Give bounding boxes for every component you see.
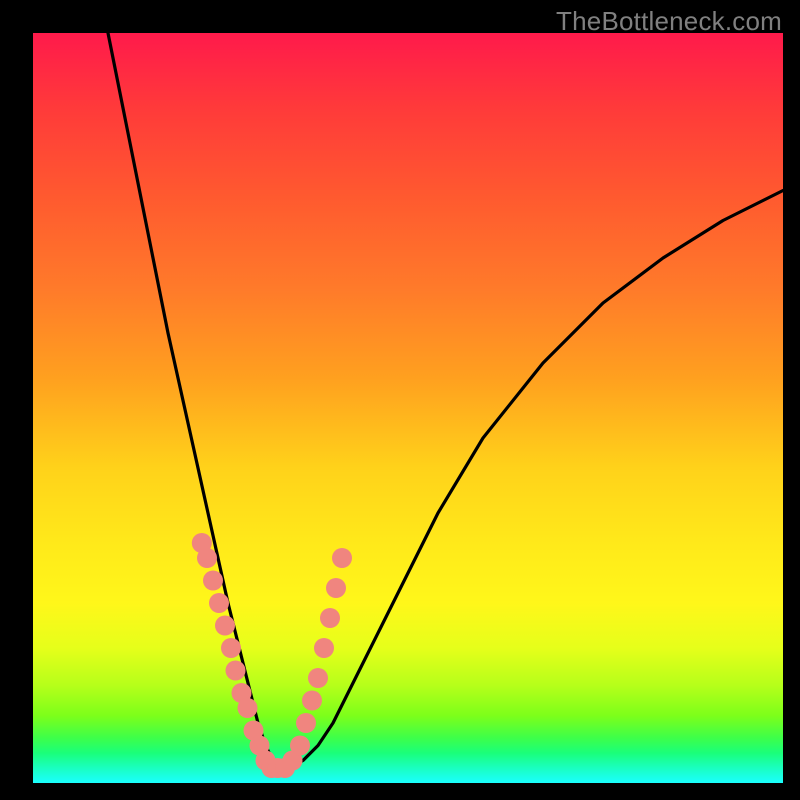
bottleneck-curve bbox=[108, 33, 783, 768]
scatter-dot bbox=[302, 691, 322, 711]
scatter-dot bbox=[296, 713, 316, 733]
scatter-dot bbox=[326, 578, 346, 598]
scatter-dot bbox=[244, 721, 264, 741]
scatter-dot bbox=[320, 608, 340, 628]
scatter-dot bbox=[238, 698, 258, 718]
scatter-dot bbox=[256, 751, 276, 771]
curve-svg bbox=[33, 33, 783, 783]
scatter-dot bbox=[197, 548, 217, 568]
scatter-dot bbox=[215, 616, 235, 636]
scatter-dot bbox=[308, 668, 328, 688]
scatter-dot bbox=[232, 683, 252, 703]
chart-stage: TheBottleneck.com bbox=[0, 0, 800, 800]
scatter-dot bbox=[192, 533, 212, 553]
watermark-text: TheBottleneck.com bbox=[556, 6, 782, 37]
scatter-dot bbox=[275, 758, 295, 778]
scatter-dot bbox=[250, 736, 270, 756]
scatter-dot bbox=[314, 638, 334, 658]
scatter-dot bbox=[209, 593, 229, 613]
scatter-dot bbox=[221, 638, 241, 658]
scatter-dot bbox=[268, 758, 288, 778]
scatter-dot bbox=[290, 736, 310, 756]
scatter-dot bbox=[226, 661, 246, 681]
scatter-dot bbox=[262, 758, 282, 778]
scatter-dot bbox=[332, 548, 352, 568]
plot-area bbox=[33, 33, 783, 783]
scatter-dots bbox=[192, 533, 352, 778]
scatter-dot bbox=[203, 571, 223, 591]
scatter-dot bbox=[283, 751, 303, 771]
